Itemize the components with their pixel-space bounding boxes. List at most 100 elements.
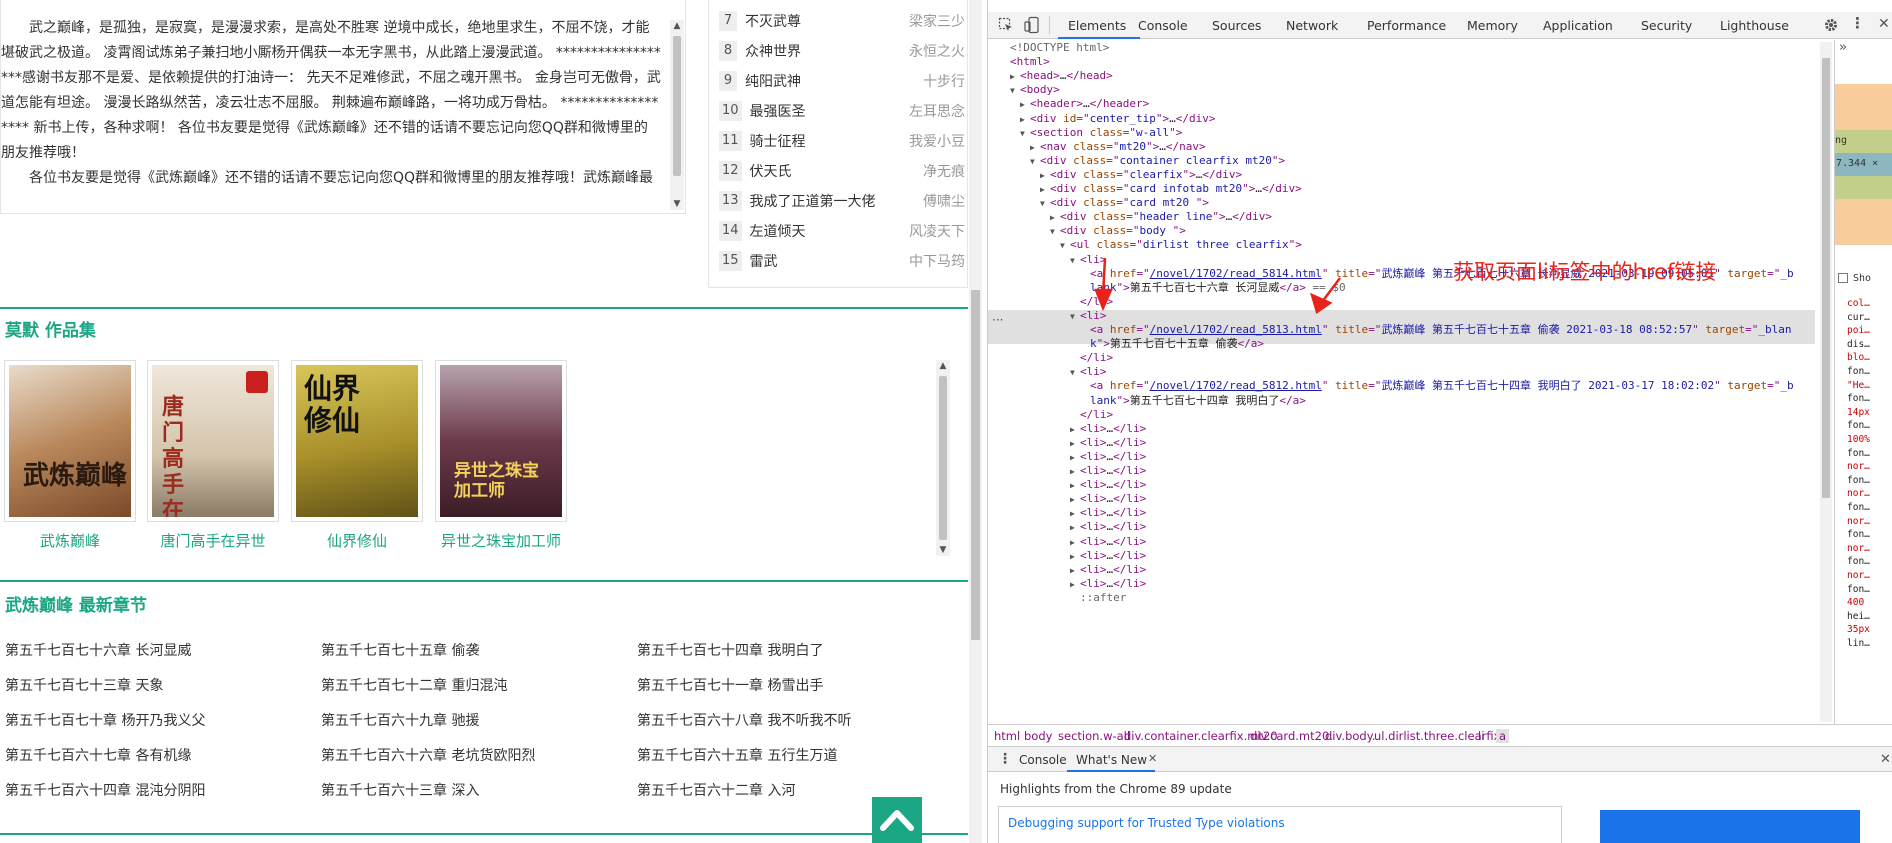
rank-book-title[interactable]: 不灭武尊 <box>745 11 909 31</box>
chapter-link[interactable]: 第五千七百七十六章 长河显威 <box>5 640 191 660</box>
rank-book-title[interactable]: 左道倾天 <box>750 221 909 241</box>
style-property[interactable]: 400 <box>1847 597 1864 608</box>
chapter-link[interactable]: 第五千七百六十三章 深入 <box>321 780 479 800</box>
expand-triangle-icon[interactable]: ▼ <box>1030 154 1040 171</box>
style-property[interactable]: 100% <box>1847 434 1870 445</box>
expand-triangle-icon[interactable]: ▼ <box>1070 309 1080 326</box>
rank-book-title[interactable]: 纯阳武神 <box>745 71 923 91</box>
rank-item[interactable]: 15 雷武 中下马筠 <box>719 246 965 276</box>
book-cover[interactable]: 唐门高手在异世 <box>147 360 279 522</box>
drawer-tab-console[interactable]: Console <box>1019 753 1067 767</box>
works-scrollbar[interactable]: ▲ ▼ <box>936 360 950 556</box>
scroll-thumb[interactable] <box>673 36 681 176</box>
scroll-down-icon[interactable]: ▼ <box>670 198 684 210</box>
chapter-link[interactable]: 第五千七百七十四章 我明白了 <box>637 640 823 660</box>
work-item-1[interactable]: 武炼巅峰 武炼巅峰 <box>4 360 136 551</box>
intro-scrollbar[interactable]: ▲ ▼ <box>670 20 684 210</box>
rank-book-title[interactable]: 我成了正道第一大佬 <box>750 191 923 211</box>
book-cover[interactable]: 异世之珠宝加工师 <box>435 360 567 522</box>
more-options-icon[interactable]: ⋮ <box>1850 14 1865 32</box>
chapter-link[interactable]: 第五千七百六十五章 五行生万道 <box>637 745 837 765</box>
chevron-double-right-icon[interactable]: » <box>1839 40 1847 55</box>
style-property[interactable]: fon… <box>1847 556 1870 567</box>
expand-triangle-icon[interactable]: ▼ <box>1010 83 1020 100</box>
style-property[interactable]: cur… <box>1847 312 1870 323</box>
devtools-tab-memory[interactable]: Memory <box>1467 18 1518 33</box>
chapter-link[interactable]: 第五千七百六十二章 入河 <box>637 780 795 800</box>
devtools-tab-network[interactable]: Network <box>1286 18 1338 33</box>
style-property[interactable]: fon… <box>1847 393 1870 404</box>
rank-book-title[interactable]: 伏天氏 <box>750 161 923 181</box>
work-title[interactable]: 异世之珠宝加工师 <box>435 530 567 551</box>
breadcrumb-item[interactable]: div.card.mt20. <box>1250 729 1333 743</box>
drawer-menu-icon[interactable]: ⋮ <box>998 751 1012 767</box>
chapter-link[interactable]: 第五千七百七十二章 重归混沌 <box>321 675 507 695</box>
style-property[interactable]: fon… <box>1847 366 1870 377</box>
scroll-thumb[interactable] <box>971 290 980 640</box>
dom-node-line[interactable]: ::after <box>1070 590 1126 607</box>
style-property[interactable]: "He… <box>1847 380 1870 391</box>
rank-item[interactable]: 11 骑士征程 我爱小豆 <box>719 126 965 156</box>
rank-item[interactable]: 14 左道倾天 风凌天下 <box>719 216 965 246</box>
chapter-link[interactable]: 第五千七百七十一章 杨雪出手 <box>637 675 823 695</box>
scroll-up-icon[interactable]: ▲ <box>936 360 950 372</box>
rank-item[interactable]: 12 伏天氏 净无痕 <box>719 156 965 186</box>
breadcrumb-item[interactable]: a <box>1496 729 1510 743</box>
expand-triangle-icon[interactable]: ▼ <box>1040 196 1050 213</box>
dom-token-link[interactable]: /novel/1702/read_5813.html <box>1150 323 1322 336</box>
rank-book-title[interactable]: 最强医圣 <box>750 101 909 121</box>
device-toolbar-icon[interactable] <box>1024 16 1040 34</box>
style-property[interactable]: poi… <box>1847 325 1870 336</box>
book-cover[interactable]: 仙界修仙 <box>291 360 423 522</box>
work-item-4[interactable]: 异世之珠宝加工师 异世之珠宝加工师 <box>435 360 567 551</box>
work-title[interactable]: 唐门高手在异世 <box>147 530 279 551</box>
rank-item[interactable]: 7 不灭武尊 梁家三少 <box>719 6 965 36</box>
style-property[interactable]: fon… <box>1847 448 1870 459</box>
devtools-tab-console[interactable]: Console <box>1138 18 1188 33</box>
close-drawer-icon[interactable]: ✕ <box>1880 752 1891 767</box>
rank-book-title[interactable]: 众神世界 <box>745 41 909 61</box>
chapter-link[interactable]: 第五千七百六十九章 驰援 <box>321 710 479 730</box>
breadcrumb-item[interactable]: li <box>1478 729 1484 743</box>
rank-item[interactable]: 9 纯阳武神 十步行 <box>719 66 965 96</box>
chapter-link[interactable]: 第五千七百七十章 杨开乃我义父 <box>5 710 205 730</box>
work-title[interactable]: 武炼巅峰 <box>4 530 136 551</box>
work-title[interactable]: 仙界修仙 <box>291 530 423 551</box>
style-property[interactable]: nor… <box>1847 516 1870 527</box>
breadcrumb-item[interactable]: section.w-all <box>1058 729 1130 743</box>
style-property[interactable]: hei… <box>1847 611 1870 622</box>
style-property[interactable]: 35px <box>1847 624 1870 635</box>
expand-triangle-icon[interactable]: ▼ <box>1050 224 1060 241</box>
whats-new-link[interactable]: Debugging support for Trusted Type viola… <box>1008 816 1285 830</box>
rank-book-title[interactable]: 雷武 <box>750 251 909 271</box>
devtools-tab-lighthouse[interactable]: Lighthouse <box>1720 18 1789 33</box>
scroll-up-icon[interactable]: ▲ <box>670 20 684 32</box>
style-property[interactable]: nor… <box>1847 488 1870 499</box>
scroll-thumb[interactable] <box>939 376 947 540</box>
breadcrumb-item[interactable]: div.body. <box>1325 729 1376 743</box>
work-item-2[interactable]: 唐门高手在异世 唐门高手在异世 <box>147 360 279 551</box>
style-property[interactable]: fon… <box>1847 584 1870 595</box>
drawer-tab-whats-new[interactable]: What's New <box>1076 753 1147 767</box>
style-property[interactable]: 14px <box>1847 407 1870 418</box>
expand-triangle-icon[interactable]: ▼ <box>1020 126 1030 143</box>
breadcrumb-item[interactable]: body <box>1024 729 1052 743</box>
devtools-tab-elements[interactable]: Elements <box>1068 18 1126 33</box>
style-property[interactable]: blo… <box>1847 352 1870 363</box>
devtools-tab-performance[interactable]: Performance <box>1367 18 1446 33</box>
style-property[interactable]: fon… <box>1847 502 1870 513</box>
page-scrollbar[interactable] <box>969 0 982 843</box>
devtools-tab-security[interactable]: Security <box>1641 18 1692 33</box>
style-property[interactable]: nor… <box>1847 570 1870 581</box>
chapter-link[interactable]: 第五千七百七十三章 天象 <box>5 675 163 695</box>
rank-item[interactable]: 10 最强医圣 左耳思念 <box>719 96 965 126</box>
chapter-link[interactable]: 第五千七百六十七章 各有机缘 <box>5 745 191 765</box>
work-item-3[interactable]: 仙界修仙 仙界修仙 <box>291 360 423 551</box>
rank-item[interactable]: 13 我成了正道第一大佬 傅啸尘 <box>719 186 965 216</box>
style-property[interactable]: col… <box>1847 298 1870 309</box>
style-property[interactable]: fon… <box>1847 475 1870 486</box>
expand-triangle-icon[interactable]: ▼ <box>1070 253 1080 270</box>
chapter-link[interactable]: 第五千七百六十八章 我不听我不听 <box>637 710 851 730</box>
style-property[interactable]: dis… <box>1847 339 1870 350</box>
show-all-checkbox[interactable] <box>1838 273 1848 283</box>
